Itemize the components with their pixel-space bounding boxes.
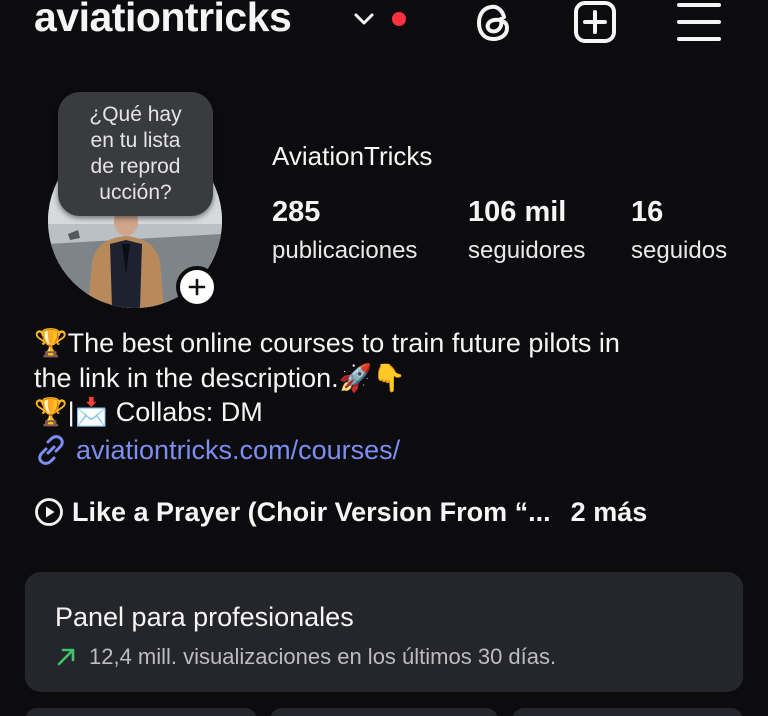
followers-label[interactable]: seguidores [468,237,585,265]
professional-dashboard[interactable]: Panel para profesionales 12,4 mill. visu… [25,572,743,692]
notification-dot [392,12,406,26]
action-button-1[interactable] [25,708,257,716]
bio-link-text[interactable]: aviationtricks.com/courses/ [76,435,400,466]
posts-count[interactable]: 285 [272,196,320,229]
action-button-2[interactable] [270,708,498,716]
following-count[interactable]: 16 [631,196,663,229]
music-more[interactable]: 2 más [571,497,648,528]
followers-count[interactable]: 106 mil [468,196,566,229]
plus-icon [188,278,206,296]
threads-icon[interactable] [472,0,518,46]
panel-title: Panel para profesionales [55,602,354,632]
display-name: AviationTricks [272,141,433,171]
profile-music[interactable]: Like a Prayer (Choir Version From “... 2… [34,494,647,530]
link-icon [38,435,64,465]
following-label[interactable]: seguidos [631,237,727,265]
panel-subtitle: 12,4 mill. visualizaciones en los último… [55,644,556,670]
chevron-down-icon[interactable] [353,10,375,28]
bio-line-3: 🏆|📩 Collabs: DM [34,397,263,427]
play-icon [35,498,63,526]
add-post-icon[interactable] [572,0,618,46]
bio-line-2: the link in the description.🚀👇 [34,363,406,393]
add-story-button[interactable] [176,266,218,308]
bio-line-1: 🏆The best online courses to train future… [34,328,620,358]
menu-icon[interactable] [676,0,722,46]
music-track[interactable]: Like a Prayer (Choir Version From “... [72,497,551,528]
username-switcher[interactable]: aviationtricks [34,0,292,41]
note-bubble[interactable]: ¿Qué hay en tu lista de reprod ucción? [58,92,213,216]
note-text: ¿Qué hay en tu lista de reprod ucción? [89,103,182,204]
posts-label[interactable]: publicaciones [272,237,417,265]
panel-stats: 12,4 mill. visualizaciones en los último… [89,644,557,669]
action-button-3[interactable] [512,708,743,716]
bio-link[interactable]: aviationtricks.com/courses/ [34,433,400,467]
trend-up-icon [57,648,75,666]
profile-header: aviationtricks [0,0,768,50]
